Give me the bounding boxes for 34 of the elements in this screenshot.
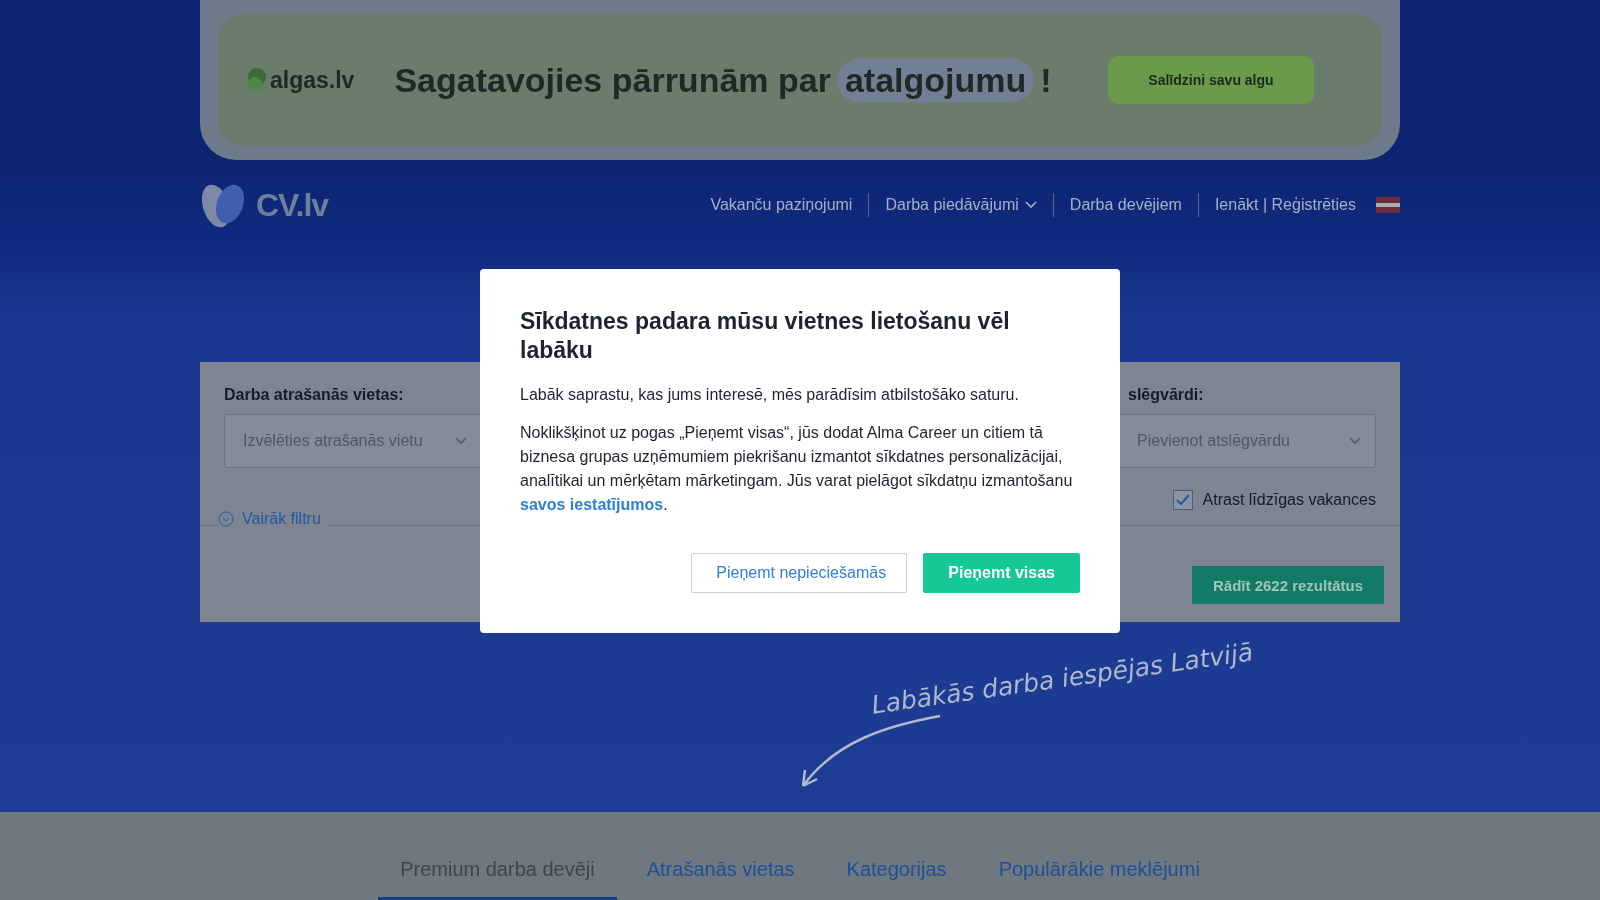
compare-salary-button[interactable]: Salīdzini savu algu — [1108, 56, 1314, 104]
location-select[interactable]: Izvēlēties atrašanās vietu — [224, 414, 482, 468]
circle-logo-icon — [246, 68, 268, 92]
checkbox-label: Atrast līdzīgas vakances — [1202, 491, 1376, 509]
exclamation-mark: ! — [1040, 60, 1052, 100]
chevron-down-icon — [1349, 437, 1361, 445]
algas-logo-text: algas.lv — [270, 66, 355, 94]
dialog-text: Noklikšķinot uz pogas „Pieņemt visas“, jūs dodat Alma Career un citiem tā biznesa grupas uzņēmumiem piekrišanu izmantot sīkdatnes personalizācijai, analītikai un mērķētam mārketingam. Jūs varat pielāgot sīkdatņu izmantošanu savos iestatījumos. — [520, 423, 1074, 515]
section-tab[interactable]: Atrašanās vietas — [624, 846, 817, 900]
show-results-button[interactable]: Rādīt 2622 rezultātus — [1192, 566, 1384, 604]
nav-link[interactable]: Vakanču paziņojumi — [694, 193, 869, 217]
accept-all-button[interactable]: Pieņemt visas — [923, 553, 1080, 593]
dialog-title: Sīkdatnes padara mūsu vietnes lietošanu vēl labāku — [520, 307, 1011, 365]
section-tab[interactable]: Populārākie meklējumi — [976, 846, 1222, 900]
nav-link[interactable]: Darba piedāvājumi — [868, 193, 1053, 217]
more-filters-link[interactable]: Vairāk filtru — [218, 510, 329, 528]
nav-link[interactable]: Darba devējiem — [1052, 193, 1198, 217]
highlighted-word: atalgojumu — [836, 58, 1035, 102]
chevron-down-icon — [455, 437, 467, 445]
dialog-intro: Labāk saprastu, kas jums interesē, mēs parādīsim atbilstošāko saturu. — [520, 385, 1020, 405]
chevron-circle-icon — [218, 511, 234, 527]
section-tab[interactable]: Kategorijas — [824, 846, 969, 900]
keywords-select[interactable]: Pievienot atslēgvārdu — [1118, 414, 1376, 468]
hero-tagline: Labākās darba iespējas Latvijā — [869, 637, 1255, 720]
chevron-down-icon — [1024, 201, 1037, 209]
flag-icon[interactable] — [1376, 197, 1400, 213]
accept-necessary-button[interactable]: Pieņemt nepieciešamās — [691, 553, 908, 593]
nav-link[interactable]: Ienākt | Reģistrēties — [1197, 193, 1372, 217]
banner-headline: Sagatavojies pārrunām par — [394, 60, 831, 100]
location-label: Darba atrašanās vietas: — [224, 386, 404, 404]
cv-logo-text: CV.lv — [256, 186, 329, 224]
keywords-label: slēgvārdi: — [1128, 386, 1204, 404]
settings-link[interactable]: savos iestatījumos — [520, 496, 664, 513]
checkbox[interactable] — [1172, 490, 1193, 510]
